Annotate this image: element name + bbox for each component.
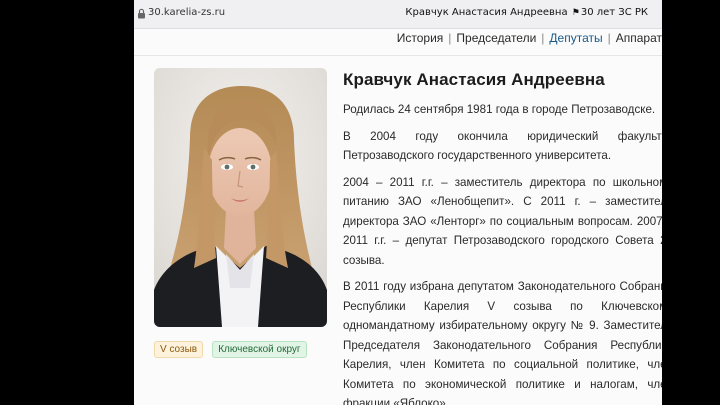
bio-paragraph-career: 2004 – 2011 г.г. – заместитель директора… — [343, 175, 662, 267]
deputy-tags: V созыв Ключевской округ — [154, 337, 311, 358]
nav-separator: | — [607, 31, 611, 45]
bio-paragraph-education: В 2004 году окончила юридический факульт… — [343, 129, 662, 163]
deputy-portrait — [154, 68, 327, 327]
nav-divider — [134, 55, 662, 56]
biography: Кравчук Анастасия Андреевна Родилась 24 … — [343, 70, 662, 405]
nav-separator: | — [541, 31, 545, 45]
nav-item-chairmen[interactable]: Председатели — [456, 31, 536, 45]
tag-convocation[interactable]: V созыв — [154, 341, 204, 358]
url-text[interactable]: 30.karelia-zs.ru — [148, 7, 225, 18]
address-bar[interactable]: 30.karelia-zs.ru Кравчук Анастасия Андре… — [134, 0, 662, 29]
deputy-name: Кравчук Анастасия Андреевна — [343, 70, 605, 89]
tab-title-name: Кравчук Анастасия Андреевна — [405, 7, 568, 18]
tag-district[interactable]: Ключевской округ — [212, 341, 307, 358]
top-navigation: История | Председатели | Депутаты | Аппарат — [397, 31, 662, 51]
tab-title: Кравчук Анастасия Андреевна ⚑30 лет ЗС Р… — [405, 7, 648, 18]
site-info-icon[interactable] — [137, 8, 146, 19]
browser-window: 30.karelia-zs.ru Кравчук Анастасия Андре… — [134, 0, 662, 405]
bio-paragraph-deputy: В 2011 году избрана депутатом Законодате… — [343, 280, 662, 405]
nav-item-apparatus[interactable]: Аппарат — [616, 31, 662, 45]
flag-icon: ⚑ — [571, 8, 580, 18]
nav-item-deputies[interactable]: Депутаты — [549, 31, 602, 45]
bio-paragraph-birth: Родилась 24 сентября 1981 года в городе … — [343, 103, 656, 116]
nav-separator: | — [448, 31, 452, 45]
nav-item-history[interactable]: История — [397, 31, 444, 45]
tab-title-suffix: 30 лет ЗС РК — [580, 7, 648, 18]
